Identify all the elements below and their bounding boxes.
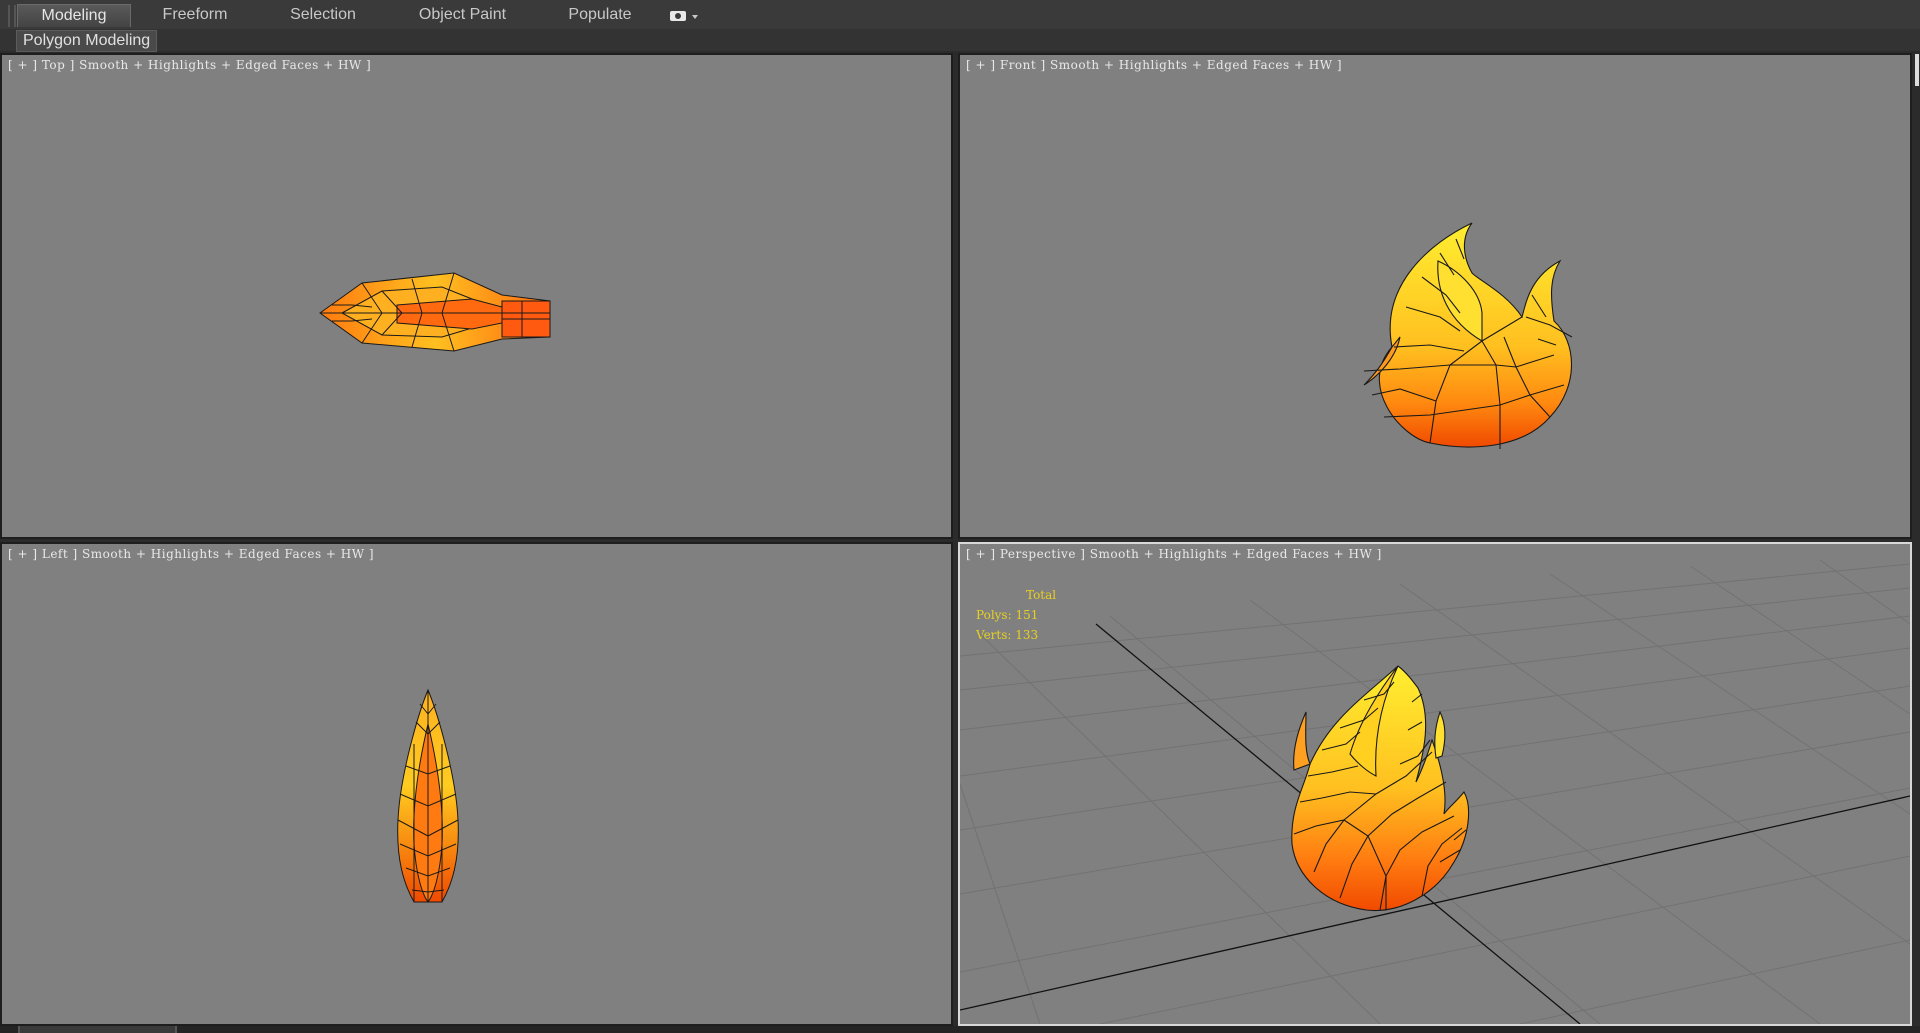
tab-object-paint[interactable]: Object Paint xyxy=(400,4,525,26)
tab-modeling[interactable]: Modeling xyxy=(17,4,131,27)
ribbon-grip-handle[interactable] xyxy=(8,5,16,27)
status-bar xyxy=(0,1026,1920,1033)
flame-mesh-front xyxy=(1363,222,1573,449)
flame-mesh-top xyxy=(319,272,551,352)
polygon-modeling-panel-button[interactable]: Polygon Modeling xyxy=(16,30,158,52)
viewport-front[interactable]: [ + ] Front ] Smooth + Highlights + Edge… xyxy=(958,53,1912,539)
viewport-left[interactable]: [ + ] Left ] Smooth + Highlights + Edged… xyxy=(0,542,953,1026)
flame-mesh-left xyxy=(397,688,459,903)
scroll-handle[interactable] xyxy=(1915,54,1919,86)
tab-freeform[interactable]: Freeform xyxy=(140,4,250,26)
tab-populate[interactable]: Populate xyxy=(545,4,655,26)
ribbon-tab-bar: Modeling Freeform Selection Object Paint… xyxy=(0,0,1920,30)
ribbon-panel-bar: Polygon Modeling xyxy=(0,29,1920,52)
viewport-perspective[interactable]: [ + ] Perspective ] Smooth + Highlights … xyxy=(958,542,1912,1026)
perspective-scene xyxy=(960,559,1910,1024)
tab-selection[interactable]: Selection xyxy=(268,4,378,26)
flame-mesh-perspective xyxy=(1291,665,1470,912)
viewport-right-scroll-strip[interactable] xyxy=(1914,52,1920,1022)
camera-dropdown-icon[interactable] xyxy=(668,8,702,24)
viewport-top[interactable]: [ + ] Top ] Smooth + Highlights + Edged … xyxy=(0,53,953,539)
time-slider[interactable] xyxy=(18,1026,177,1033)
